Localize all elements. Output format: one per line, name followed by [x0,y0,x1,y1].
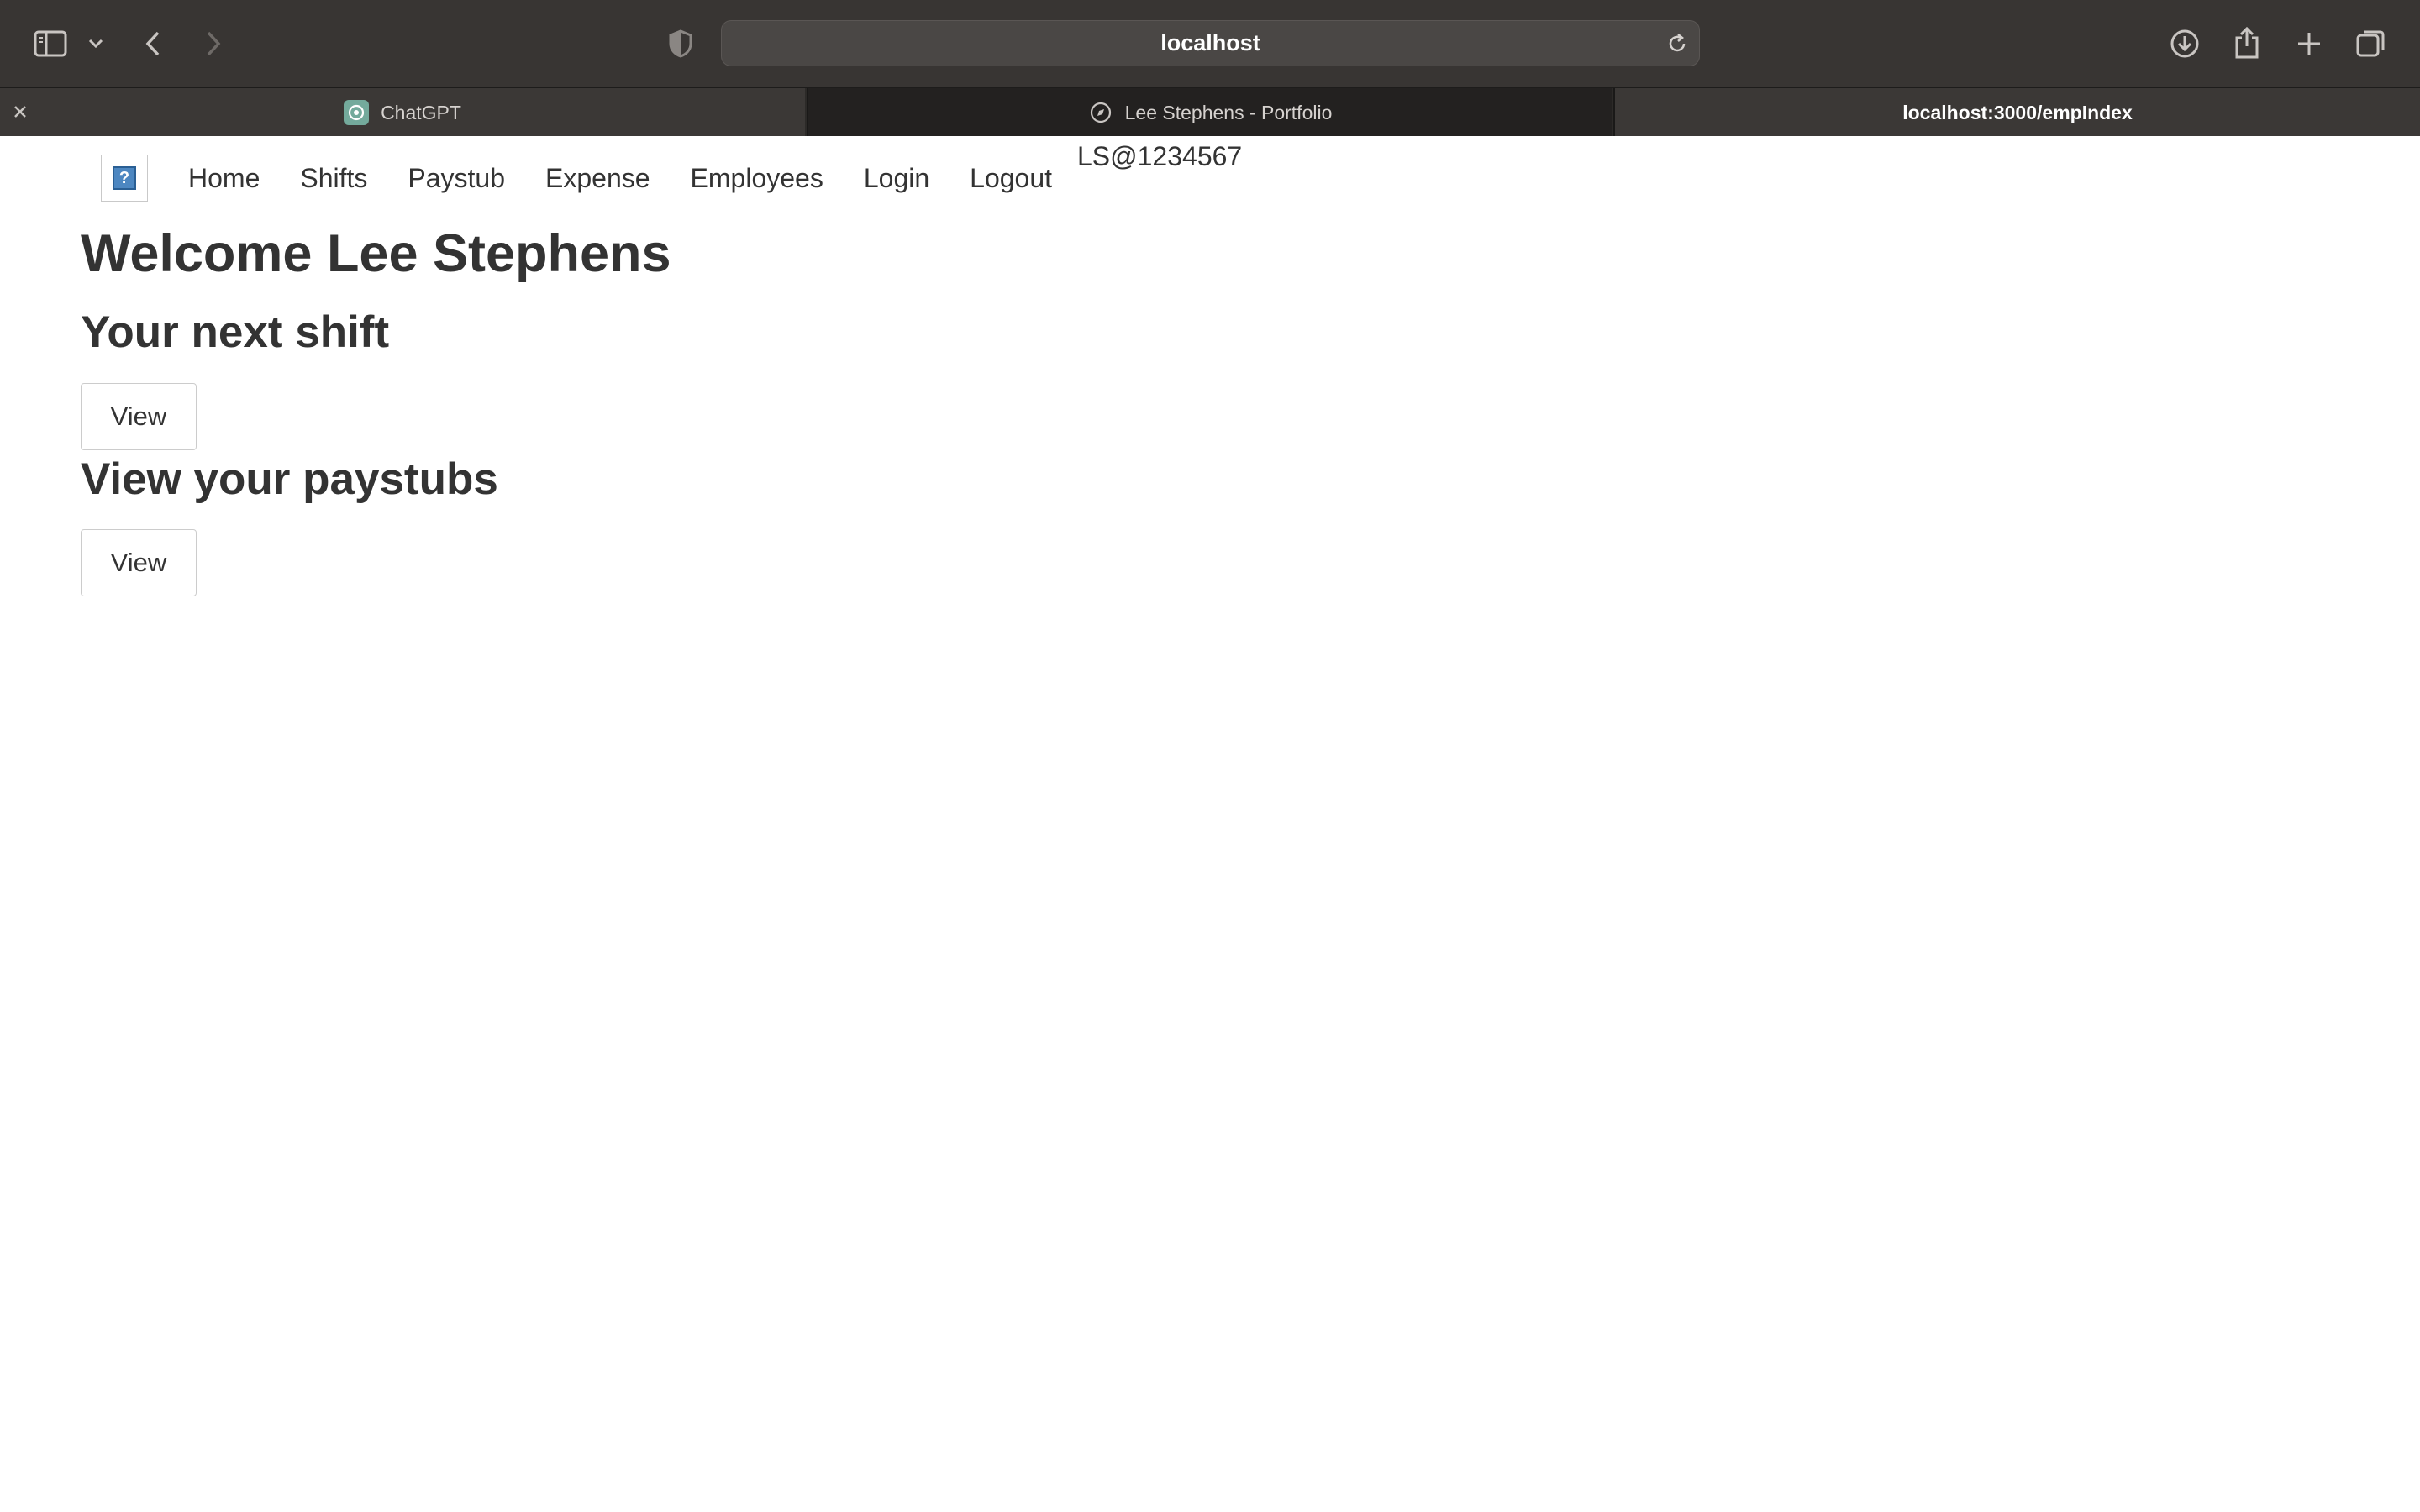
paystubs-heading: View your paystubs [81,454,498,504]
compass-icon [1088,100,1113,125]
navbar: ? Home Shifts Paystub Expense Employees … [101,155,1092,202]
tab-label: Lee Stephens - Portfolio [1124,101,1333,123]
welcome-heading: Welcome Lee Stephens [81,224,671,283]
tab-portfolio[interactable]: Lee Stephens - Portfolio [807,88,1612,137]
reload-icon[interactable] [1664,30,1691,57]
tab-overview-icon[interactable] [2353,25,2390,62]
nav-employees[interactable]: Employees [691,163,823,194]
nav-expense[interactable]: Expense [545,163,650,194]
view-paystubs-button[interactable]: View [81,528,197,596]
forward-icon[interactable] [197,25,230,62]
tab-label: localhost:3000/empIndex [1902,101,2133,123]
nav-login[interactable]: Login [864,163,929,194]
back-icon[interactable] [136,25,170,62]
chevron-down-icon[interactable] [84,32,108,55]
share-icon[interactable] [2228,24,2265,62]
tab-empindex[interactable]: localhost:3000/empIndex [1613,88,2420,137]
nav-shifts[interactable]: Shifts [300,163,367,194]
view-shift-button[interactable]: View [81,382,197,450]
next-shift-heading: Your next shift [81,307,390,358]
download-icon[interactable] [2166,25,2203,62]
nav-home[interactable]: Home [188,163,260,194]
chatgpt-logo-icon [344,100,370,125]
user-id-label: LS@1234567 [1077,141,1243,171]
close-icon[interactable] [8,100,32,123]
logo[interactable]: ? [101,155,148,202]
tab-bar: ChatGPT Lee Stephens - Portfolio localho… [0,87,2420,137]
privacy-shield-icon[interactable] [664,25,697,62]
browser-toolbar: localhost [0,0,2420,87]
broken-image-icon: ? [113,166,136,190]
web-page: ? Home Shifts Paystub Expense Employees … [0,136,2420,1512]
nav-logout[interactable]: Logout [970,163,1052,194]
tab-chatgpt[interactable]: ChatGPT [0,88,805,137]
nav-paystub[interactable]: Paystub [408,163,505,194]
tab-label: ChatGPT [381,101,461,123]
main-content: Welcome Lee Stephens Your next shift Vie… [81,224,671,596]
address-bar[interactable]: localhost [721,20,1700,66]
address-text: localhost [1160,30,1260,55]
sidebar-toggle-icon[interactable] [32,25,69,62]
new-tab-icon[interactable] [2291,25,2328,62]
